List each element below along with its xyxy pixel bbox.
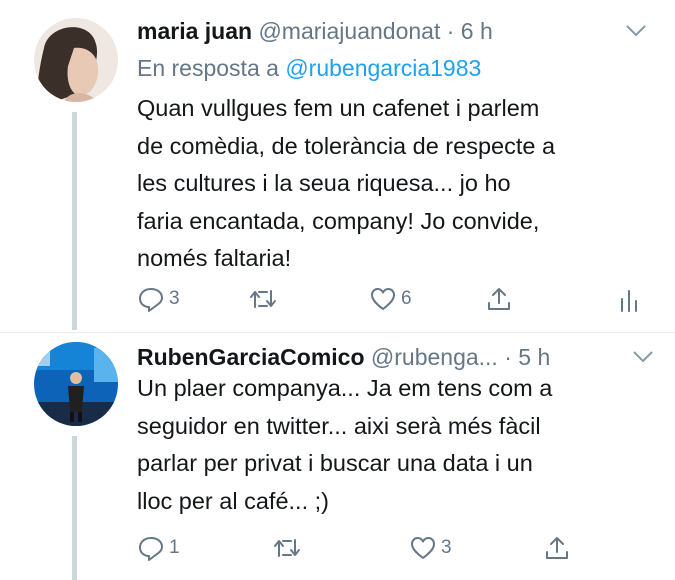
- tweet-text: Quan vullgues fem un cafenet i parlem de…: [137, 95, 556, 271]
- retweet-icon: [250, 290, 276, 308]
- avatar[interactable]: [34, 342, 118, 426]
- tweet-header: RubenGarciaComico @rubenga... · 5 h: [137, 344, 550, 371]
- retweet-icon: [274, 539, 300, 557]
- tweet[interactable]: RubenGarciaComico @rubenga... · 5 h Un p…: [0, 332, 675, 580]
- reply-context: En resposta a @rubengarcia1983: [137, 55, 481, 82]
- timestamp[interactable]: 5 h: [518, 344, 550, 370]
- timestamp[interactable]: 6 h: [461, 18, 493, 44]
- chevron-down-icon[interactable]: [625, 24, 647, 43]
- user-handle[interactable]: @rubenga...: [371, 344, 498, 370]
- reply-button[interactable]: 1: [137, 534, 180, 562]
- share-icon: [546, 537, 568, 559]
- share-icon: [488, 288, 510, 310]
- reply-count: 1: [169, 537, 180, 558]
- display-name[interactable]: RubenGarciaComico: [137, 344, 365, 370]
- avatar[interactable]: [34, 18, 118, 102]
- like-count: 6: [401, 288, 412, 309]
- heart-icon: [411, 537, 435, 559]
- retweet-button[interactable]: [273, 534, 301, 562]
- user-handle[interactable]: @mariajuandonat: [258, 18, 440, 44]
- reply-button[interactable]: 3: [137, 285, 180, 313]
- share-button[interactable]: [543, 534, 571, 562]
- avatar-photo: [34, 342, 118, 426]
- display-name[interactable]: maria juan: [137, 18, 252, 44]
- reply-icon: [139, 537, 163, 561]
- reply-to-link[interactable]: @rubengarcia1983: [285, 55, 481, 81]
- share-button[interactable]: [485, 285, 513, 313]
- tweet-header: maria juan @mariajuandonat · 6 h: [137, 18, 493, 45]
- heart-icon: [371, 288, 395, 310]
- separator-dot: ·: [446, 18, 455, 44]
- analytics-button[interactable]: [615, 285, 643, 313]
- like-count: 3: [441, 537, 452, 558]
- tweet[interactable]: maria juan @mariajuandonat · 6 h En resp…: [0, 0, 675, 332]
- retweet-button[interactable]: [249, 285, 277, 313]
- tweet-text: Un plaer companya... Ja em tens com a se…: [137, 375, 553, 514]
- like-button[interactable]: 6: [369, 285, 412, 313]
- like-button[interactable]: 3: [409, 534, 452, 562]
- reply-prefix: En resposta a: [137, 55, 279, 81]
- chevron-down-icon[interactable]: [632, 350, 654, 369]
- avatar-photo: [34, 18, 118, 102]
- analytics-icon: [621, 290, 637, 312]
- reply-count: 3: [169, 288, 180, 309]
- reply-icon: [139, 288, 163, 312]
- separator-dot: ·: [504, 344, 512, 370]
- thread-line: [72, 436, 77, 580]
